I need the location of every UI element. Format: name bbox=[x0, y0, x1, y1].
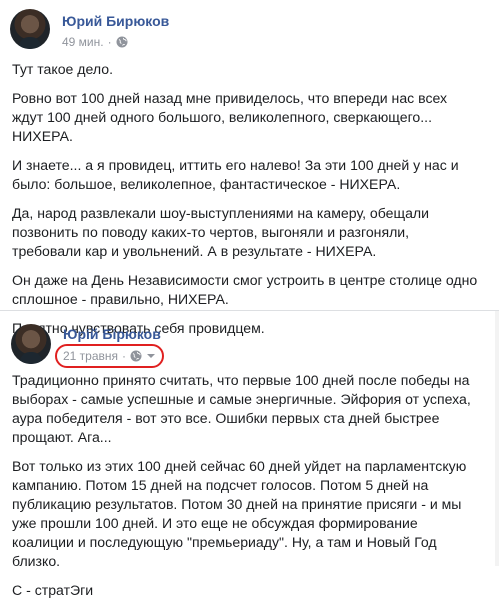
shared-post-body: Традиционно принято считать, что первые … bbox=[12, 371, 482, 610]
author-name[interactable]: Юрий Бирюков bbox=[62, 13, 169, 29]
post-meta: 49 мин. · bbox=[62, 35, 128, 49]
globe-icon[interactable] bbox=[130, 350, 142, 362]
shared-paragraph: С - стратЭги bbox=[12, 582, 94, 598]
post-paragraph: Тут такое дело. bbox=[12, 61, 114, 77]
post-paragraph: Ровно вот 100 дней назад мне привиделось… bbox=[12, 90, 448, 144]
shared-post-meta-highlight: 21 травня · bbox=[55, 344, 165, 368]
shared-author-name[interactable]: Юрій Бірюков bbox=[63, 326, 161, 342]
post-paragraph: Да, народ развлекали шоу-выступлениями н… bbox=[12, 205, 430, 259]
shared-paragraph: Традиционно принято считать, что первые … bbox=[12, 372, 471, 445]
avatar[interactable] bbox=[11, 324, 51, 364]
post-time[interactable]: 49 мин. bbox=[62, 35, 104, 49]
dot-separator: · bbox=[107, 35, 112, 49]
shared-post-header: Юрій Бірюков 21 травня · bbox=[11, 320, 481, 368]
shared-post[interactable]: Юрій Бірюков 21 травня · Традиционно при… bbox=[0, 310, 499, 598]
shared-paragraph: Вот только из этих 100 дней сейчас 60 дн… bbox=[12, 458, 467, 569]
chevron-down-icon[interactable] bbox=[146, 351, 156, 361]
avatar[interactable] bbox=[10, 9, 50, 49]
post-paragraph: Он даже на День Независимости смог устро… bbox=[12, 272, 478, 307]
dot-separator: · bbox=[122, 349, 127, 363]
shared-post-date[interactable]: 21 травня bbox=[63, 349, 118, 363]
post-header: Юрий Бирюков 49 мин. · bbox=[10, 9, 490, 57]
post-paragraph: И знаете... а я провидец, иттить его нал… bbox=[12, 157, 459, 192]
post-body: Тут такое дело. Ровно вот 100 дней назад… bbox=[12, 60, 482, 348]
globe-icon[interactable] bbox=[116, 36, 128, 48]
shared-post-edge bbox=[495, 311, 499, 566]
